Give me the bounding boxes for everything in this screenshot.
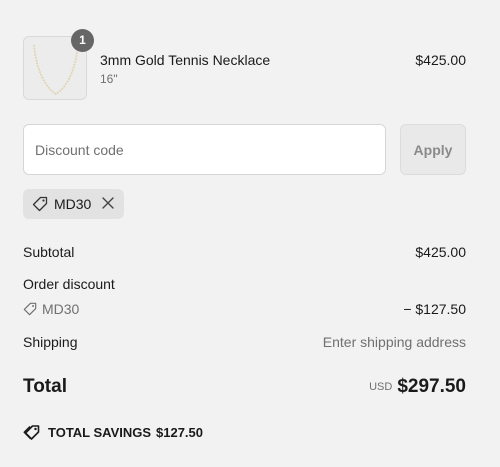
applied-discount-chip: MD30 xyxy=(23,189,124,219)
tag-icon xyxy=(23,302,37,321)
total-savings-value: $127.50 xyxy=(156,425,203,440)
order-summary: 1 3mm Gold Tennis Necklace 16" $425.00 A… xyxy=(0,0,500,467)
discount-code-input[interactable] xyxy=(23,124,386,175)
subtotal-label: Subtotal xyxy=(23,244,75,260)
product-name: 3mm Gold Tennis Necklace xyxy=(100,52,271,68)
order-discount-value: − $127.50 xyxy=(403,301,466,317)
shipping-label: Shipping xyxy=(23,334,78,350)
tag-icon xyxy=(32,196,48,217)
subtotal-value: $425.00 xyxy=(415,244,466,260)
tags-icon xyxy=(23,424,41,447)
order-discount-code-text: MD30 xyxy=(42,301,80,317)
product-price: $425.00 xyxy=(415,52,466,68)
total-label: Total xyxy=(23,376,67,397)
currency-code: USD xyxy=(369,381,393,393)
applied-discount-code: MD30 xyxy=(54,196,92,212)
apply-discount-button[interactable]: Apply xyxy=(400,124,466,175)
close-icon[interactable] xyxy=(101,196,115,215)
order-discount-label: Order discount xyxy=(23,276,115,292)
total-savings-label: TOTAL SAVINGS xyxy=(48,425,152,440)
product-variant: 16" xyxy=(100,72,118,86)
shipping-value: Enter shipping address xyxy=(322,334,466,350)
total-amount: USD $297.50 xyxy=(369,376,466,398)
total-value: $297.50 xyxy=(397,376,466,397)
quantity-badge: 1 xyxy=(71,29,94,52)
